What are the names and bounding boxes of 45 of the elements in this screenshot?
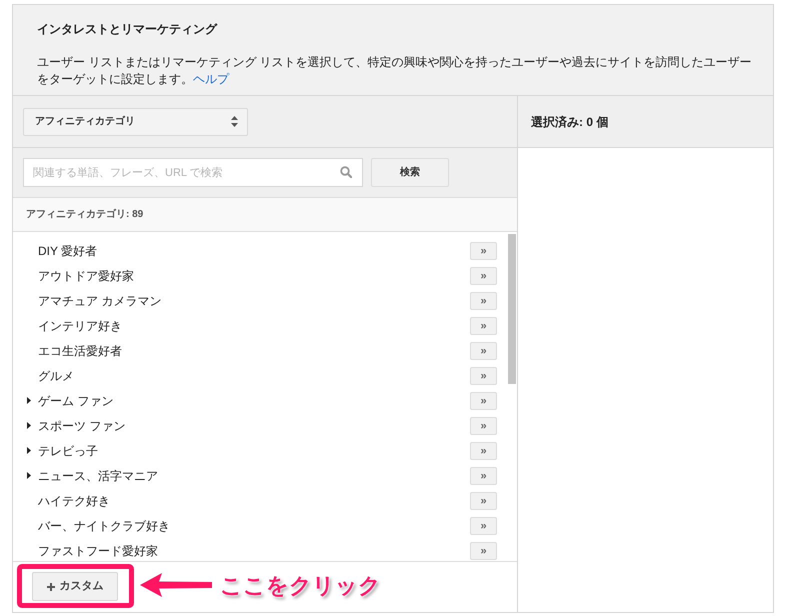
add-button[interactable]: » bbox=[470, 516, 497, 534]
expand-triangle-icon[interactable] bbox=[27, 472, 31, 479]
category-item[interactable]: ゲーム ファン bbox=[38, 392, 114, 410]
add-button[interactable]: » bbox=[470, 342, 497, 360]
expand-triangle-icon[interactable] bbox=[27, 397, 31, 404]
add-button[interactable]: » bbox=[470, 242, 497, 260]
category-item[interactable]: ニュース、活字マニア bbox=[38, 466, 158, 484]
add-button[interactable]: » bbox=[470, 466, 497, 484]
category-item[interactable]: アウトドア愛好家 bbox=[38, 266, 134, 284]
custom-button[interactable]: カスタム bbox=[32, 572, 118, 601]
category-item[interactable]: テレビっ子 bbox=[38, 442, 98, 460]
plus-icon bbox=[46, 582, 54, 590]
category-item[interactable]: エコ生活愛好者 bbox=[38, 342, 122, 360]
scrollbar-thumb[interactable] bbox=[508, 234, 516, 384]
category-item[interactable]: インテリア好き bbox=[38, 316, 122, 334]
add-button[interactable]: » bbox=[470, 316, 497, 334]
search-icon bbox=[340, 166, 352, 178]
help-link[interactable]: ヘルプ bbox=[193, 72, 229, 86]
category-count: アフィニティカテゴリ: 89 bbox=[26, 208, 144, 222]
add-button[interactable]: » bbox=[470, 416, 497, 434]
add-button[interactable]: » bbox=[470, 492, 497, 510]
updown-arrows-icon bbox=[231, 116, 238, 127]
category-item[interactable]: DIY 愛好者 bbox=[38, 242, 98, 260]
add-button[interactable]: » bbox=[470, 442, 497, 460]
description-text: ユーザー リストまたはリマーケティング リストを選択して、特定の興味や関心を持ったユーザーや過去にサイトを訪問したユーザーをターゲットに設定します。ヘルプ bbox=[37, 54, 753, 88]
pointer-arrow bbox=[140, 571, 212, 599]
selected-count-title: 選択済み: 0 個 bbox=[531, 114, 608, 130]
category-item[interactable]: グルメ bbox=[38, 366, 74, 384]
category-item[interactable]: ハイテク好き bbox=[38, 492, 110, 510]
category-item[interactable]: アマチュア カメラマン bbox=[38, 292, 162, 310]
search-field[interactable]: 関連する単語、フレーズ、URL で検索 bbox=[23, 158, 363, 187]
add-button[interactable]: » bbox=[470, 392, 497, 410]
category-dropdown[interactable]: アフィニティカテゴリ bbox=[23, 108, 248, 136]
category-item[interactable]: スポーツ ファン bbox=[38, 416, 126, 434]
add-button[interactable]: » bbox=[470, 542, 497, 560]
section-title: インタレストとリマーケティング bbox=[37, 21, 218, 37]
add-button[interactable]: » bbox=[470, 366, 497, 384]
add-button[interactable]: » bbox=[470, 266, 497, 284]
category-item[interactable]: バー、ナイトクラブ好き bbox=[38, 516, 170, 534]
expand-triangle-icon[interactable] bbox=[27, 447, 31, 454]
annotation-text: ここをクリック bbox=[220, 572, 381, 600]
search-button[interactable]: 検索 bbox=[371, 158, 449, 187]
expand-triangle-icon[interactable] bbox=[27, 422, 31, 429]
add-button[interactable]: » bbox=[470, 292, 497, 310]
category-item[interactable]: ファストフード愛好家 bbox=[38, 542, 158, 560]
